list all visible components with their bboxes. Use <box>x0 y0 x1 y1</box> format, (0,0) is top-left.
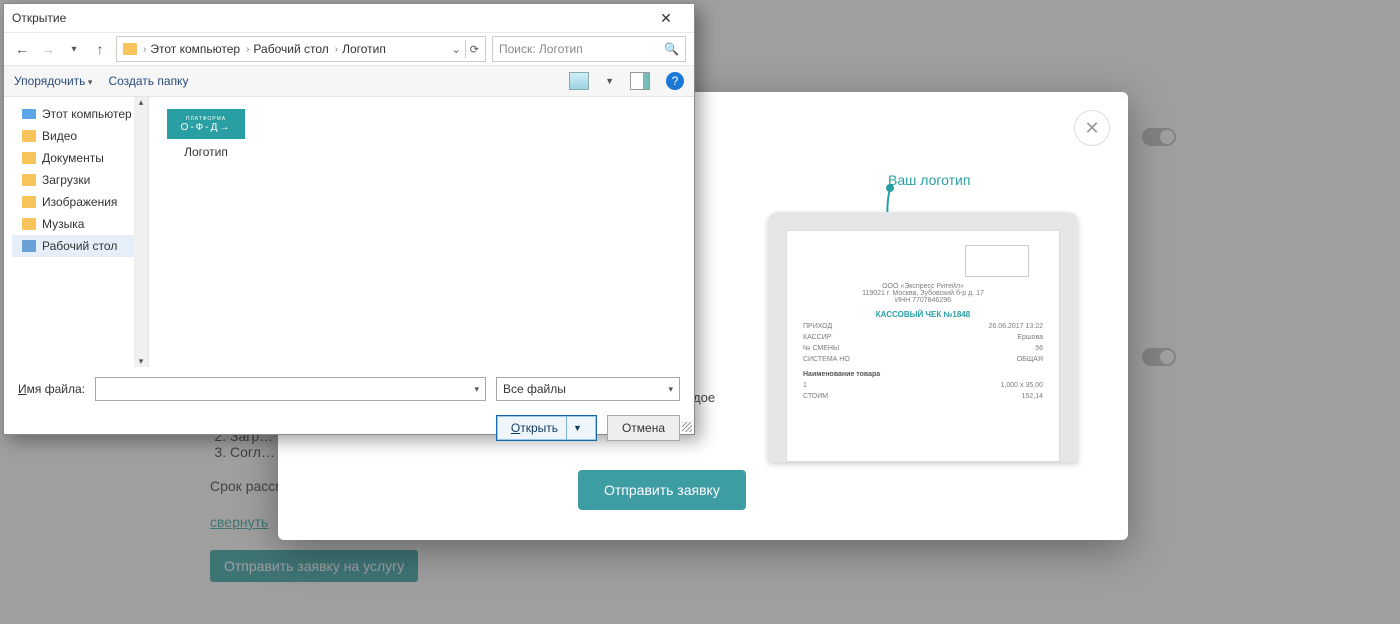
dialog-title: Открытие <box>12 11 646 25</box>
tree-item-desktop[interactable]: Рабочий стол <box>12 235 144 257</box>
file-item-logo[interactable]: ПЛАТФОРМА О-Ф-Д→ Логотип <box>161 109 251 159</box>
tree-item-music[interactable]: Музыка <box>12 213 144 235</box>
search-icon: 🔍 <box>664 42 679 56</box>
modal-close-button[interactable]: ✕ <box>1074 110 1110 146</box>
tree-label: Изображения <box>42 195 117 209</box>
filetype-value: Все файлы <box>503 382 566 396</box>
close-icon: ✕ <box>660 10 672 26</box>
scroll-up-icon: ▴ <box>139 97 144 108</box>
tree-scrollbar[interactable]: ▴▾ <box>134 97 148 367</box>
folder-icon <box>22 174 36 186</box>
scroll-down-icon: ▾ <box>139 356 144 367</box>
tree-item-documents[interactable]: Документы <box>12 147 144 169</box>
folder-icon <box>22 152 36 164</box>
organize-menu[interactable]: Упорядочить <box>14 74 92 88</box>
new-folder-button[interactable]: Создать папку <box>108 74 188 88</box>
r-l: № СМЕНЫ <box>803 345 839 352</box>
open-button[interactable]: Открыть ▼ <box>496 415 597 441</box>
nav-tree: Этот компьютер Видео Документы Загрузки … <box>4 97 149 367</box>
tree-item-videos[interactable]: Видео <box>12 125 144 147</box>
file-thumbnail: ПЛАТФОРМА О-Ф-Д→ <box>167 109 245 139</box>
r-l: ПРИХОД <box>803 323 832 330</box>
search-placeholder: Поиск: Логотип <box>499 42 583 56</box>
refresh-icon[interactable]: ⟳ <box>470 43 479 56</box>
modal-submit-button[interactable]: Отправить заявку <box>578 470 746 510</box>
receipt-address: 119021 г. Москва, Зубовский б-р д. 17 <box>803 290 1043 297</box>
search-input[interactable]: Поиск: Логотип 🔍 <box>492 36 686 62</box>
file-list[interactable]: ПЛАТФОРМА О-Ф-Д→ Логотип <box>149 97 694 367</box>
view-mode-button[interactable] <box>569 72 589 90</box>
chevron-right-icon: › <box>335 44 338 55</box>
folder-icon <box>22 130 36 142</box>
breadcrumb-item[interactable]: Рабочий стол <box>253 42 328 56</box>
r-qty: 1,000 х 35,00 <box>1001 382 1043 389</box>
tree-item-pictures[interactable]: Изображения <box>12 191 144 213</box>
r-r: Ершова <box>1017 334 1043 341</box>
receipt-company: ООО «Экспресс Ритейл» <box>803 283 1043 290</box>
receipt-items-header: Наименование товара <box>803 371 1043 378</box>
close-icon: ✕ <box>1084 118 1099 139</box>
dialog-bottom: Имя файла: ▾ Все файлы ▾ Открыть ▼ Отмена <box>4 367 694 451</box>
dialog-body: Этот компьютер Видео Документы Загрузки … <box>4 97 694 367</box>
receipt-title: КАССОВЫЙ ЧЕК №1848 <box>803 310 1043 319</box>
r-r: 26.06.2017 13:22 <box>989 323 1044 330</box>
chevron-down-icon[interactable]: ▼ <box>605 76 614 86</box>
tree-label: Музыка <box>42 217 84 231</box>
chevron-down-icon: ▾ <box>474 384 479 395</box>
breadcrumb-item[interactable]: Логотип <box>342 42 386 56</box>
cancel-button[interactable]: Отмена <box>607 415 680 441</box>
resize-grip[interactable] <box>682 422 692 432</box>
file-open-dialog: Открытие ✕ ← → ▾ ↑ › Этот компьютер › Рабо… <box>3 3 695 435</box>
tree-label: Документы <box>42 151 104 165</box>
chevron-down-icon: ▾ <box>668 384 673 395</box>
dialog-close-button[interactable]: ✕ <box>646 5 686 31</box>
pc-icon <box>22 109 36 119</box>
folder-icon <box>22 218 36 230</box>
breadcrumb-item[interactable]: Этот компьютер <box>150 42 240 56</box>
tree-label: Видео <box>42 129 77 143</box>
receipt: ООО «Экспресс Ритейл» 119021 г. Москва, … <box>786 230 1060 462</box>
folder-icon <box>22 240 36 252</box>
r-l: КАССИР <box>803 334 831 341</box>
nav-recent-button[interactable]: ▾ <box>64 39 84 59</box>
tree-item-downloads[interactable]: Загрузки <box>12 169 144 191</box>
modal-stray-text: дое <box>693 390 715 405</box>
device-mock: ООО «Экспресс Ритейл» 119021 г. Москва, … <box>768 212 1078 462</box>
nav-up-button[interactable]: ↑ <box>90 39 110 59</box>
r-name: СТОИМ <box>803 393 828 400</box>
r-total: 152,14 <box>1022 393 1043 400</box>
thumb-line2: О-Ф-Д→ <box>181 122 232 133</box>
help-button[interactable]: ? <box>666 72 684 90</box>
chevron-down-icon[interactable]: ⌄ <box>452 43 461 56</box>
nav-back-button[interactable]: ← <box>12 39 32 59</box>
address-bar[interactable]: › Этот компьютер › Рабочий стол › Логотип ⌄… <box>116 36 486 62</box>
folder-icon <box>22 196 36 208</box>
filetype-select[interactable]: Все файлы ▾ <box>496 377 680 401</box>
folder-icon <box>123 43 137 55</box>
tree-label: Этот компьютер <box>42 107 132 121</box>
preview-pane-button[interactable] <box>630 72 650 90</box>
r-r: ОБЩАЯ <box>1017 356 1043 363</box>
open-split-dropdown[interactable]: ▼ <box>566 417 582 439</box>
nav-forward-button[interactable]: → <box>38 39 58 59</box>
tree-item-this-pc[interactable]: Этот компьютер <box>12 103 144 125</box>
chevron-right-icon: › <box>246 44 249 55</box>
receipt-logo-placeholder <box>965 245 1029 277</box>
tree-label: Рабочий стол <box>42 239 117 253</box>
filename-input[interactable]: ▾ <box>95 377 486 401</box>
chevron-right-icon: › <box>143 44 146 55</box>
r-l: СИСТЕМА НО <box>803 356 850 363</box>
filename-label: Имя файла: <box>18 382 85 396</box>
receipt-body: ООО «Экспресс Ритейл» 119021 г. Москва, … <box>803 283 1043 400</box>
receipt-inn: ИНН 7707846296 <box>803 297 1043 304</box>
dialog-titlebar: Открытие ✕ <box>4 4 694 33</box>
file-name: Логотип <box>161 145 251 159</box>
dialog-command-row: Упорядочить Создать папку ▼ ? <box>4 65 694 97</box>
dialog-nav-row: ← → ▾ ↑ › Этот компьютер › Рабочий стол › Л… <box>4 33 694 65</box>
r-r: 56 <box>1035 345 1043 352</box>
tree-label: Загрузки <box>42 173 90 187</box>
